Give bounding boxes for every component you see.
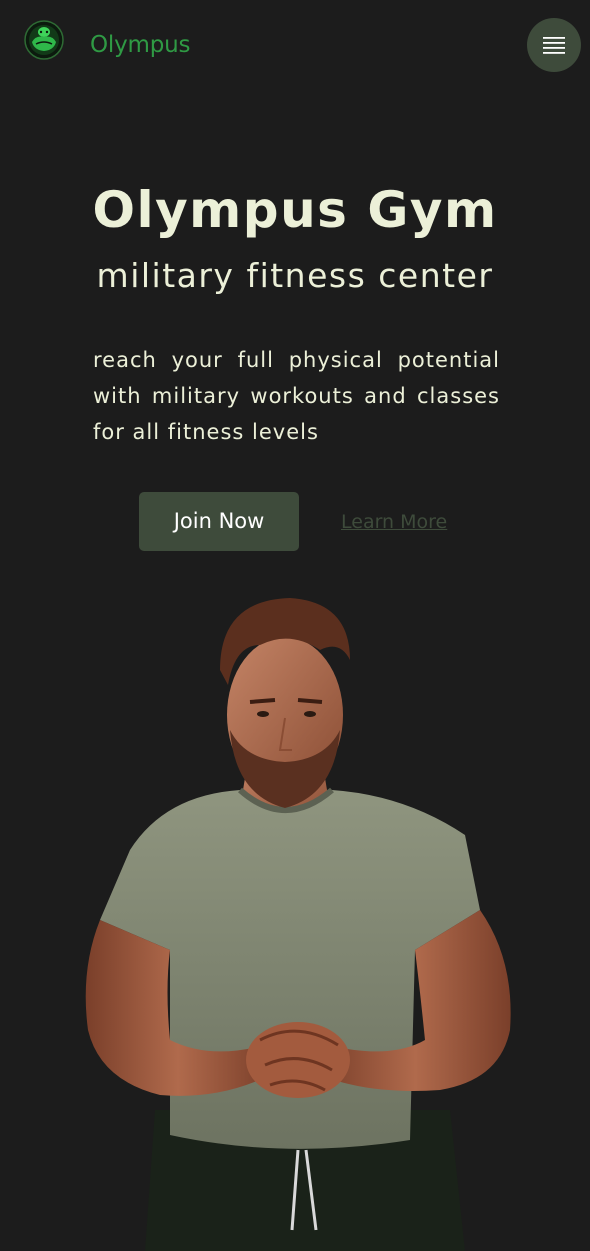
hero-subtitle: military fitness center xyxy=(96,256,494,295)
hero-title: Olympus Gym xyxy=(92,181,498,239)
hamburger-menu-button[interactable] xyxy=(527,18,581,72)
hero-description: reach your full physical potential with … xyxy=(93,348,500,444)
join-now-button[interactable]: Join Now xyxy=(139,492,299,551)
brand-name[interactable]: Olympus xyxy=(90,31,190,59)
learn-more-link[interactable]: Learn More xyxy=(341,509,447,535)
hamburger-menu-icon xyxy=(543,37,565,54)
hero-man-image xyxy=(70,590,530,1251)
brand-logo-icon[interactable] xyxy=(24,20,64,60)
site-header: Olympus xyxy=(0,0,590,90)
